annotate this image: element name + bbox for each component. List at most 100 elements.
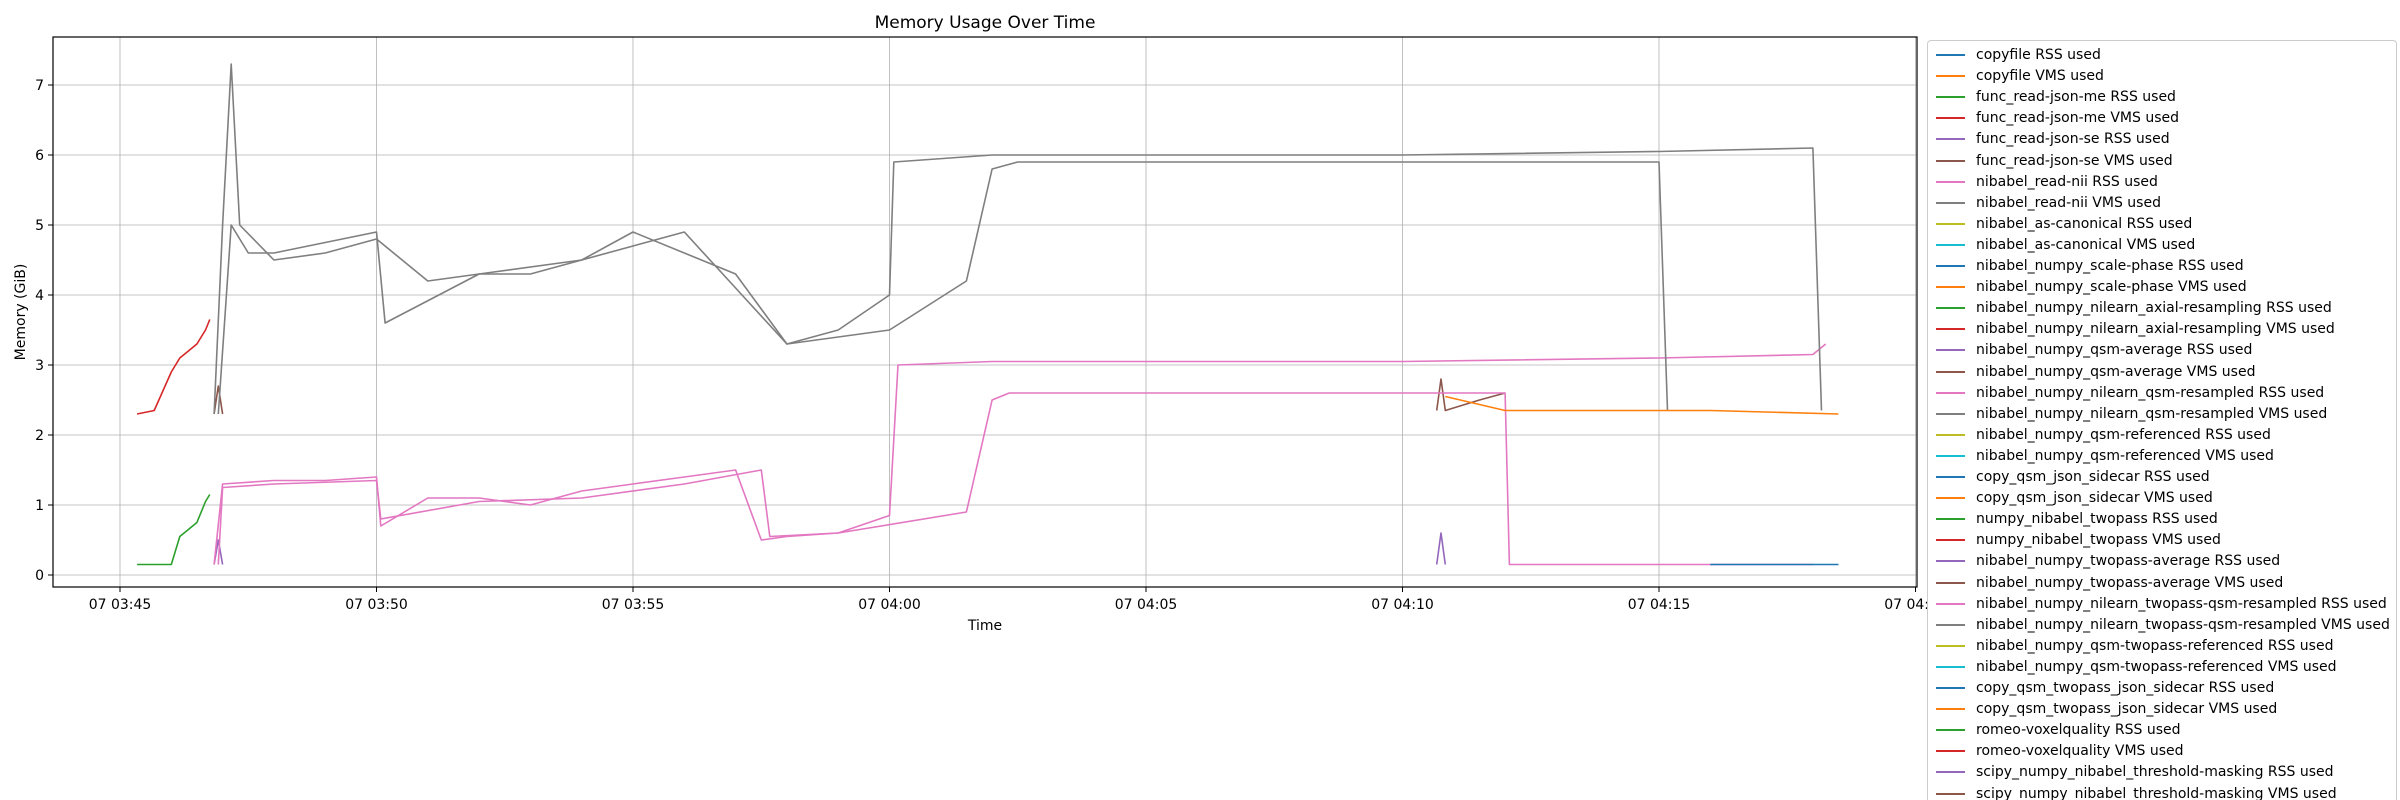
legend-label: copy_qsm_json_sidecar RSS used	[1976, 469, 2210, 485]
legend-swatch	[1936, 391, 1965, 394]
legend-swatch	[1936, 687, 1965, 689]
legend-swatch	[1936, 286, 1965, 289]
legend-swatch	[1936, 349, 1965, 352]
legend-item: func_read-json-se RSS used	[1936, 129, 2170, 149]
legend-label: func_read-json-me RSS used	[1976, 89, 2176, 106]
legend-swatch	[1936, 665, 1965, 668]
y-tick-label: 1	[35, 498, 44, 514]
legend-swatch	[1936, 307, 1965, 310]
x-tick-label: 07 04:05	[1115, 597, 1178, 613]
legend-label: nibabel_numpy_scale-phase VMS used	[1976, 279, 2247, 296]
legend-swatch	[1936, 581, 1965, 584]
y-tick-label: 5	[35, 218, 44, 234]
legend-label: nibabel_as-canonical VMS used	[1976, 236, 2196, 253]
legend-swatch	[1936, 222, 1965, 225]
legend-label: nibabel_numpy_nilearn_twopass-qsm-resamp…	[1976, 595, 2387, 612]
legend-label: nibabel_numpy_qsm-average RSS used	[1976, 342, 2253, 359]
legend-swatch	[1936, 201, 1965, 204]
series-line	[217, 392, 1813, 566]
legend-swatch	[1936, 623, 1965, 626]
plot-frame	[52, 36, 1918, 588]
legend-item: nibabel_numpy_nilearn_twopass-qsm-resamp…	[1936, 615, 2390, 635]
x-tick-label: 07 03:45	[89, 597, 152, 613]
legend-swatch	[1936, 412, 1965, 415]
legend-item: nibabel_numpy_qsm-average RSS used	[1936, 340, 2252, 360]
legend-swatch	[1936, 243, 1965, 246]
series-line	[136, 319, 211, 415]
y-tick-label: 6	[35, 148, 44, 164]
legend-label: nibabel_numpy_qsm-twopass-referenced RSS…	[1976, 637, 2334, 654]
legend-swatch	[1936, 96, 1965, 99]
legend-item: numpy_nibabel_twopass VMS used	[1936, 530, 2221, 550]
legend-item: nibabel_numpy_nilearn_qsm-resampled RSS …	[1936, 383, 2324, 403]
legend-label: nibabel_read-nii VMS used	[1976, 194, 2161, 211]
legend-label: numpy_nibabel_twopass RSS used	[1976, 511, 2218, 528]
legend-item: nibabel_numpy_qsm-twopass-referenced VMS…	[1936, 657, 2337, 677]
legend-item: scipy_numpy_nibabel_threshold-masking VM…	[1936, 784, 2337, 800]
series-line	[213, 343, 1827, 565]
legend-item: nibabel_numpy_scale-phase RSS used	[1936, 256, 2244, 276]
legend-swatch	[1936, 518, 1965, 521]
legend-item: func_read-json-se VMS used	[1936, 151, 2173, 171]
legend-swatch	[1936, 433, 1965, 436]
legend-item: nibabel_numpy_qsm-referenced VMS used	[1936, 446, 2274, 466]
legend-swatch	[1936, 476, 1965, 478]
legend-item: copy_qsm_json_sidecar RSS used	[1936, 467, 2210, 487]
legend-item: romeo-voxelquality VMS used	[1936, 741, 2184, 761]
legend-swatch	[1936, 539, 1965, 542]
series-line	[1445, 395, 1839, 415]
legend-swatch	[1936, 159, 1965, 162]
legend-label: nibabel_numpy_nilearn_axial-resampling V…	[1976, 321, 2335, 338]
series-layer	[136, 63, 1839, 566]
legend-label: nibabel_numpy_twopass-average RSS used	[1976, 553, 2281, 570]
series-line	[1435, 378, 1506, 412]
legend-label: nibabel_numpy_qsm-twopass-referenced VMS…	[1976, 658, 2337, 675]
legend-item: romeo-voxelquality RSS used	[1936, 720, 2181, 740]
legend-swatch	[1936, 54, 1965, 56]
legend-label: copy_qsm_json_sidecar VMS used	[1976, 490, 2213, 507]
legend-item: scipy_numpy_nibabel_threshold-masking RS…	[1936, 762, 2334, 782]
legend: copyfile RSS used copyfile VMS used func_r…	[1927, 40, 2397, 800]
tick-layer: 07 03:45 07 03:50 07 03:55 07 04:00 07 04:05…	[35, 78, 1947, 613]
legend-swatch	[1936, 370, 1965, 373]
legend-label: nibabel_numpy_qsm-referenced RSS used	[1976, 426, 2271, 443]
legend-label: romeo-voxelquality RSS used	[1976, 722, 2181, 739]
legend-swatch	[1936, 602, 1965, 605]
legend-label: copy_qsm_twopass_json_sidecar RSS used	[1976, 680, 2275, 696]
legend-label: nibabel_numpy_nilearn_qsm-resampled RSS …	[1976, 384, 2325, 401]
legend-label: romeo-voxelquality VMS used	[1976, 743, 2184, 760]
y-tick-label: 0	[35, 568, 44, 584]
legend-item: nibabel_as-canonical VMS used	[1936, 235, 2195, 255]
legend-swatch	[1936, 560, 1965, 563]
legend-label: numpy_nibabel_twopass VMS used	[1976, 532, 2221, 549]
legend-item: nibabel_numpy_qsm-twopass-referenced RSS…	[1936, 636, 2333, 656]
legend-label: func_read-json-se RSS used	[1976, 131, 2170, 148]
legend-swatch	[1936, 729, 1965, 732]
legend-label: nibabel_as-canonical RSS used	[1976, 215, 2193, 232]
series-line	[217, 161, 1669, 415]
legend-item: copy_qsm_twopass_json_sidecar VMS used	[1936, 699, 2277, 719]
legend-item: nibabel_numpy_qsm-referenced RSS used	[1936, 425, 2271, 445]
legend-item: copy_qsm_twopass_json_sidecar RSS used	[1936, 678, 2274, 698]
legend-item: nibabel_numpy_qsm-average VMS used	[1936, 362, 2255, 382]
legend-item: copyfile RSS used	[1936, 45, 2101, 65]
y-axis-label: Memory (GiB)	[13, 264, 29, 361]
legend-item: nibabel_as-canonical RSS used	[1936, 214, 2192, 234]
legend-swatch	[1936, 644, 1965, 647]
legend-swatch	[1936, 708, 1965, 711]
legend-label: nibabel_numpy_qsm-average VMS used	[1976, 363, 2256, 380]
legend-swatch	[1936, 497, 1965, 500]
y-tick-label: 2	[35, 428, 44, 444]
legend-item: func_read-json-me RSS used	[1936, 87, 2176, 107]
legend-label: nibabel_numpy_nilearn_qsm-resampled VMS …	[1976, 405, 2328, 422]
legend-item: nibabel_numpy_nilearn_twopass-qsm-resamp…	[1936, 594, 2387, 614]
y-tick-label: 3	[35, 358, 44, 374]
legend-label: nibabel_numpy_nilearn_twopass-qsm-resamp…	[1976, 616, 2390, 633]
legend-item: func_read-json-me VMS used	[1936, 108, 2179, 128]
legend-swatch	[1936, 265, 1965, 267]
legend-swatch	[1936, 328, 1965, 331]
chart-title: Memory Usage Over Time	[875, 13, 1096, 33]
x-tick-label: 07 03:50	[345, 597, 408, 613]
legend-label: func_read-json-se VMS used	[1976, 152, 2173, 169]
legend-label: nibabel_numpy_twopass-average VMS used	[1976, 574, 2284, 591]
